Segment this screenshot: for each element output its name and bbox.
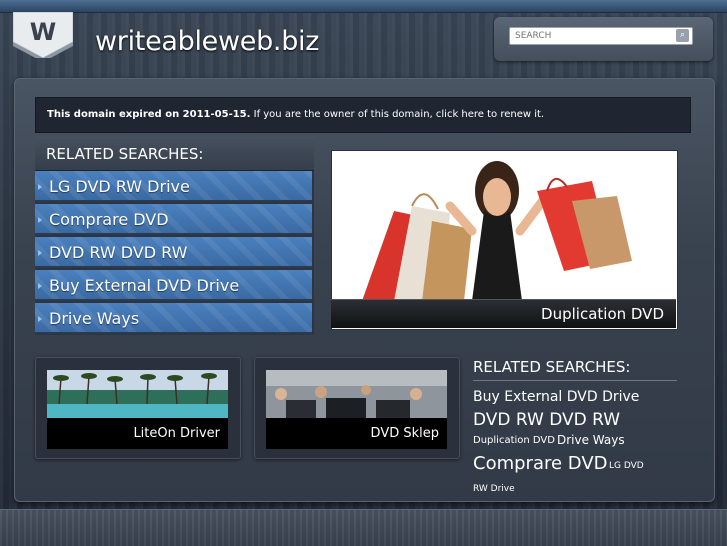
expiry-notice-date: This domain expired on 2011-05-15. [47,109,251,120]
logo-letter: W [30,18,56,46]
divider [473,380,677,381]
site-title[interactable]: writeableweb.biz [95,26,319,57]
side-related-heading: RELATED SEARCHES: [473,358,631,376]
side-link[interactable]: Buy External DVD Drive [473,390,639,404]
related-link[interactable]: Drive Ways [35,303,312,334]
related-link[interactable]: Buy External DVD Drive [35,270,312,301]
bullet-icon [38,316,42,322]
site-logo[interactable]: W [13,12,73,58]
bullet-icon [38,217,42,223]
search-icon[interactable]: ⌕ [676,29,689,42]
related-link[interactable]: LG DVD RW Drive [35,171,312,202]
bullet-icon [38,184,42,190]
beach-thumbnail [47,370,228,418]
thumb-caption: DVD Sklep [266,418,447,449]
side-link[interactable]: Drive Ways [557,434,625,446]
side-link[interactable]: RW Drive [473,485,515,494]
expiry-notice[interactable]: This domain expired on 2011-05-15. If yo… [35,97,691,133]
related-link-label: Drive Ways [49,309,140,328]
related-link-label: Buy External DVD Drive [49,276,240,295]
bullet-icon [38,283,42,289]
thumb-caption: LiteOn Driver [47,418,228,449]
thumb-card[interactable]: DVD Sklep [254,357,460,459]
related-link[interactable]: DVD RW DVD RW [35,237,312,268]
search-panel: ⌕ [494,17,713,61]
side-link[interactable]: Comprare DVD [473,455,608,473]
top-bar [0,0,727,13]
side-link[interactable]: DVD RW DVD RW [473,412,620,429]
footer-bar [0,509,727,546]
thumb-card[interactable]: LiteOn Driver [35,357,241,459]
side-link[interactable]: Duplication DVD [473,436,555,446]
side-link[interactable]: LG DVD [609,462,644,471]
feature-caption[interactable]: Duplication DVD [331,299,676,328]
related-searches-heading: RELATED SEARCHES: [35,137,314,171]
expiry-notice-renew-link[interactable]: If you are the owner of this domain, cli… [250,109,545,120]
related-link-label: LG DVD RW Drive [49,177,190,196]
related-link[interactable]: Comprare DVD [35,204,312,235]
classroom-thumbnail [266,370,447,418]
bullet-icon [38,250,42,256]
related-link-label: Comprare DVD [49,210,169,229]
search-input[interactable] [509,27,693,45]
related-link-label: DVD RW DVD RW [49,243,188,262]
